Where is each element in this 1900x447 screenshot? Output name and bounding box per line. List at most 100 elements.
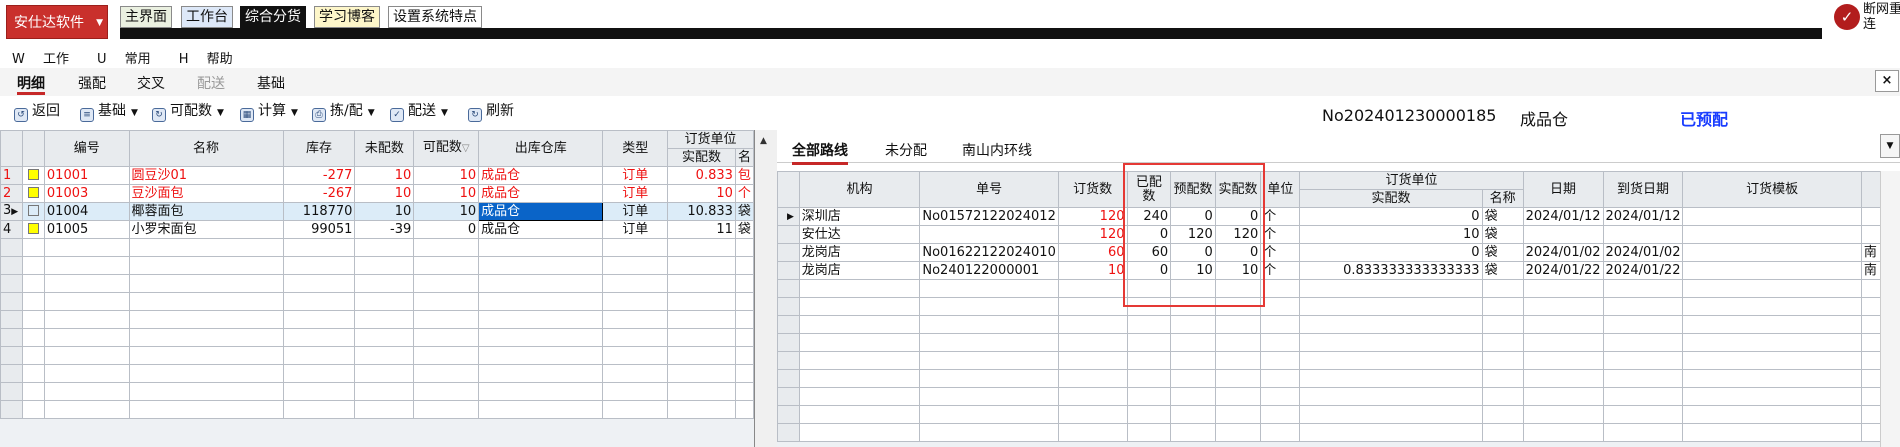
cell-code: 01001 <box>43 166 130 185</box>
checkbox[interactable] <box>27 222 39 234</box>
empty-row <box>777 423 1900 442</box>
scroll-up-icon[interactable]: ▲ <box>760 136 767 146</box>
tab-cross[interactable]: 交叉 <box>137 73 165 95</box>
empty-row <box>0 400 755 419</box>
cell-arrive-date: 2024/01/02 <box>1602 243 1684 262</box>
route-dropdown-icon[interactable]: ▼ <box>1880 134 1900 158</box>
basic-label: 基础 <box>98 103 126 119</box>
cell-template <box>1682 261 1862 280</box>
col-order-unit[interactable]: 订货单位 <box>1299 171 1524 190</box>
filter-icon[interactable]: ▽ <box>462 143 470 154</box>
cell-date: 2024/01/02 <box>1522 243 1604 262</box>
col-order-no[interactable]: 单号 <box>919 171 1059 208</box>
cell-warehouse[interactable]: 成品仓 <box>478 202 604 221</box>
col-unalloc[interactable]: 未配数 <box>354 130 415 167</box>
vertical-scrollbar[interactable] <box>1880 171 1900 447</box>
refresh-button[interactable]: ↻ 刷新 <box>468 101 514 122</box>
col-code[interactable]: 编号 <box>43 130 130 167</box>
row-checkbox[interactable] <box>21 166 45 185</box>
col-arrive-date[interactable]: 到货日期 <box>1602 171 1684 208</box>
table-row[interactable]: 龙岗店 No01622122024010 60 60 0 0 个 0 袋 2024/01/02 20… <box>777 243 1900 262</box>
cell-order-qty: 10 <box>1057 261 1128 280</box>
tab-delivery[interactable]: 配送 <box>197 73 225 95</box>
tab-basic[interactable]: 基础 <box>257 73 285 95</box>
col-unit-name[interactable]: 名 <box>734 148 755 167</box>
col-type[interactable]: 类型 <box>602 130 669 167</box>
cell-arrive-date: 2024/01/12 <box>1602 207 1684 226</box>
col-template[interactable]: 订货模板 <box>1682 171 1862 208</box>
tab-nanshan-loop[interactable]: 南山内环线 <box>962 140 1032 160</box>
col-unit[interactable]: 单位 <box>1260 171 1301 208</box>
row-checkbox[interactable] <box>21 202 45 221</box>
table-row[interactable]: 安仕达 120 0 120 120 个 10 袋 <box>777 225 1900 244</box>
reconnect-button[interactable]: ✓ 断网重连 <box>1834 2 1900 42</box>
table-row[interactable]: 龙岗店 No240122000001 10 0 10 10 个 0.8333333333333… <box>777 261 1900 280</box>
tab-all-routes[interactable]: 全部路线 <box>792 140 848 165</box>
available-button[interactable]: ↻ 可配数 ▼ <box>152 101 224 122</box>
cell-warehouse[interactable]: 成品仓 <box>478 184 604 203</box>
table-row[interactable]: 4 01005 小罗宋面包 99051 -39 0 成品仓 订单 11 袋 <box>0 220 755 239</box>
tab-strip-bar <box>120 28 1822 39</box>
cell-type: 订单 <box>602 220 669 239</box>
menu-help[interactable]: H 帮助 <box>173 52 241 67</box>
cell-type: 订单 <box>602 166 669 185</box>
cell-date <box>1522 225 1604 244</box>
tab-workbench[interactable]: 工作台 <box>181 6 233 28</box>
cell-type: 订单 <box>602 184 669 203</box>
tab-force-alloc[interactable]: 强配 <box>78 73 106 95</box>
table-row[interactable]: 1 01001 圆豆沙01 -277 10 10 成品仓 订单 0.833 包 <box>0 166 755 185</box>
row-checkbox[interactable] <box>21 220 45 239</box>
row-indicator-header <box>0 130 23 167</box>
cell-actual: 10 <box>667 184 736 203</box>
col-actual-qty[interactable]: 实配数 <box>1299 189 1483 208</box>
tab-detail[interactable]: 明细 <box>17 73 45 95</box>
database-icon: ≡ <box>80 108 94 122</box>
col-order-qty[interactable]: 订货数 <box>1057 171 1128 208</box>
col-stock[interactable]: 库存 <box>282 130 356 167</box>
cell-unit: 袋 <box>734 202 755 221</box>
tab-main[interactable]: 主界面 <box>120 6 172 28</box>
col-name[interactable]: 名称 <box>128 130 284 167</box>
cell-warehouse[interactable]: 成品仓 <box>478 220 604 239</box>
col-avail[interactable]: 可配数▽ <box>413 130 480 167</box>
row-checkbox[interactable] <box>21 184 45 203</box>
back-button[interactable]: ↺ 返回 <box>14 101 60 122</box>
product-table: 编号 名称 库存 未配数 可配数▽ 出库仓库 类型 订货单位 实配数 名 1 01… <box>0 130 755 419</box>
cell-template <box>1682 225 1862 244</box>
tab-unassigned[interactable]: 未分配 <box>885 140 927 160</box>
col-actual[interactable]: 实配数 <box>667 148 736 167</box>
menu-common[interactable]: U 常用 <box>91 52 159 67</box>
pick-button[interactable]: ⎙ 拣/配 ▼ <box>312 101 375 122</box>
empty-row <box>0 238 755 257</box>
cell-avail: 0 <box>413 220 480 239</box>
cell-stock: 99051 <box>282 220 356 239</box>
table-row[interactable]: 3▶ 01004 椰蓉面包 118770 10 10 成品仓 订单 10.833 袋 <box>0 202 755 221</box>
col-warehouse[interactable]: 出库仓库 <box>478 130 604 167</box>
panel-splitter[interactable]: ▲ <box>755 130 777 447</box>
tab-allocation[interactable]: 综合分货 <box>240 6 306 28</box>
menu-bar: W 工作 U 常用 H 帮助 <box>0 48 249 68</box>
tab-blog[interactable]: 学习博客 <box>314 6 380 28</box>
empty-row <box>777 297 1900 316</box>
empty-row <box>0 328 755 347</box>
tab-settings[interactable]: 设置系统特点 <box>388 6 482 28</box>
close-icon[interactable]: × <box>1875 70 1899 92</box>
checkbox[interactable] <box>27 186 39 198</box>
col-date[interactable]: 日期 <box>1522 171 1604 208</box>
calc-button[interactable]: ▦ 计算 ▼ <box>240 101 298 122</box>
cell-warehouse[interactable]: 成品仓 <box>478 166 604 185</box>
menu-work[interactable]: W 工作 <box>6 52 77 67</box>
deliver-button[interactable]: ✓ 配送 ▼ <box>390 101 448 122</box>
col-unit-name[interactable]: 名称 <box>1481 189 1524 208</box>
table-row[interactable]: ▶ 深圳店 No01572122024012 120 240 0 0 个 0 袋 2024/01/1… <box>777 207 1900 226</box>
warehouse-name: 成品仓 <box>1520 110 1569 129</box>
checkbox[interactable] <box>27 204 39 216</box>
col-org[interactable]: 机构 <box>798 171 921 208</box>
cell-actual: 10.833 <box>667 202 736 221</box>
col-order-unit[interactable]: 订货单位 <box>667 130 754 149</box>
brand-menu-button[interactable]: 安仕达软件 ▼ <box>6 5 108 39</box>
table-row[interactable]: 2 01003 豆沙面包 -267 10 10 成品仓 订单 10 个 <box>0 184 755 203</box>
basic-button[interactable]: ≡ 基础 ▼ <box>80 101 138 122</box>
checkbox[interactable] <box>27 168 39 180</box>
current-row-icon: ▶ <box>11 207 19 217</box>
